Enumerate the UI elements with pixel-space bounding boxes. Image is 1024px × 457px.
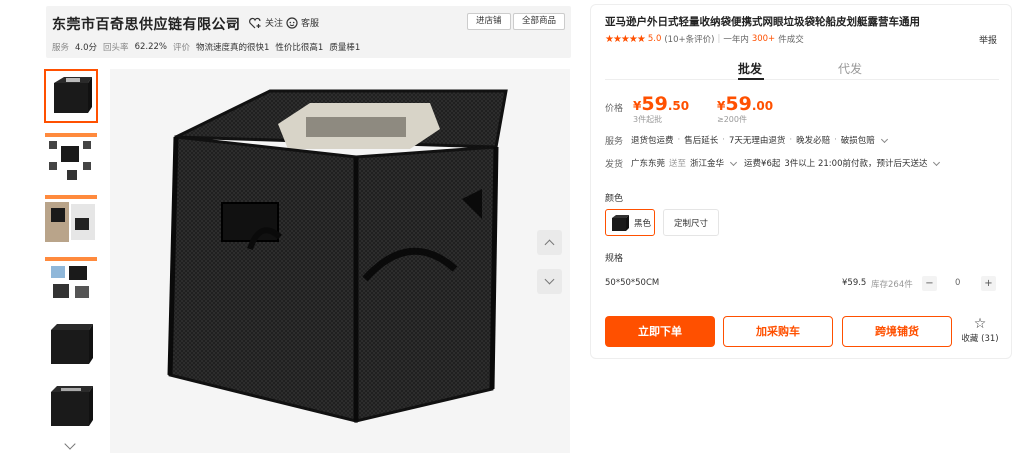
review-tag: 物流速度真的很快1 <box>196 43 270 53</box>
chevron-up-icon <box>544 239 555 250</box>
price-label: 价格 <box>605 104 624 114</box>
service-row-label: 服务 <box>605 137 624 147</box>
rating-stars-icon: ★★★★★ <box>605 33 646 45</box>
price-decimal: .50 <box>667 99 690 113</box>
spec-stock: 库存264件 <box>871 280 913 290</box>
color-option-label: 定制尺寸 <box>673 218 708 229</box>
gallery-prev-button[interactable] <box>537 230 562 255</box>
follow-button[interactable]: 关注 <box>249 16 283 29</box>
service-score-value: 4.0分 <box>75 43 98 53</box>
heart-plus-icon <box>249 17 261 28</box>
thumbnail-2[interactable] <box>44 131 98 185</box>
star-outline-icon: ☆ <box>973 316 987 332</box>
thumbnail-5[interactable] <box>44 317 98 371</box>
tab-wholesale[interactable]: 批发 <box>738 60 762 77</box>
color-option-label: 黑色 <box>634 218 652 229</box>
service-item: 7天无理由退货 <box>728 136 786 146</box>
ship-from: 广东东莞 <box>631 159 666 169</box>
service-item: 退货包运费 <box>631 136 674 146</box>
qty-plus-button[interactable]: + <box>981 276 996 291</box>
thumbnail-3[interactable] <box>44 193 98 247</box>
qty-input[interactable]: 0 <box>955 278 960 288</box>
review-label: 评价 <box>172 43 190 53</box>
purchase-panel: 亚马逊户外日式轻量收纳袋便携式网眼垃圾袋轮船皮划艇露营车通用 ★★★★★ 5.0… <box>590 4 1012 359</box>
price-integer: 59 <box>641 93 668 115</box>
shipping-label: 发货 <box>605 160 624 170</box>
price-decimal: .00 <box>751 99 774 113</box>
sold-prefix: 一年内 <box>723 35 749 45</box>
thumbnail-image <box>45 133 97 180</box>
color-option-black[interactable]: 黑色 <box>605 209 655 236</box>
spec-label: 规格 <box>605 254 624 264</box>
price-tier-2-note: ≥200件 <box>717 115 747 124</box>
repeat-rate-value: 62.22% <box>134 42 167 52</box>
price-tier-1-note: 3件起批 <box>633 115 663 124</box>
rating-score: 5.0 <box>647 34 662 44</box>
add-to-cart-button[interactable]: 加采购车 <box>723 316 833 347</box>
price-tier-1: ¥59.50 <box>633 93 689 115</box>
shipping-note: 3件以上 21:00前付款，预计后天送达 <box>784 159 928 169</box>
spec-row: 50*50*50CM ¥59.5 库存264件 − 0 + <box>605 276 999 292</box>
tab-dropship[interactable]: 代发 <box>838 60 862 77</box>
spec-price: ¥59.5 <box>842 278 867 288</box>
customer-service-button[interactable]: 客服 <box>286 16 319 29</box>
follow-label: 关注 <box>265 19 284 29</box>
tab-active-indicator <box>738 78 764 80</box>
sold-suffix: 件成交 <box>778 35 804 45</box>
service-label: 客服 <box>301 19 320 29</box>
review-tag: 性价比很高1 <box>275 43 324 53</box>
thumbnail-4[interactable] <box>44 255 98 309</box>
repeat-rate-label: 回头率 <box>103 43 129 53</box>
color-label: 颜色 <box>605 194 624 204</box>
chevron-down-icon <box>880 135 888 143</box>
service-item: 售后延长 <box>684 136 719 146</box>
qty-minus-button[interactable]: − <box>922 276 937 291</box>
mesh-storage-bag-image <box>167 89 508 423</box>
shipping-fee: 运费¥6起 <box>744 159 781 169</box>
shop-header: 东莞市百奇思供应链有限公司 关注 客服 进店铺 全部商品 服务 4.0分 回头率… <box>46 6 571 58</box>
thumbnail-image <box>45 257 97 298</box>
product-title: 亚马逊户外日式轻量收纳袋便携式网眼垃圾袋轮船皮划艇露营车通用 <box>605 16 920 28</box>
shop-stats: 服务 4.0分 回头率 62.22% 评价 物流速度真的很快1 性价比很高1 质… <box>52 41 360 53</box>
headset-icon <box>286 16 298 29</box>
all-products-button[interactable]: 全部商品 <box>513 13 566 30</box>
thumbnail-image <box>51 386 93 426</box>
cross-border-listing-button[interactable]: 跨境铺货 <box>842 316 952 347</box>
service-score-label: 服务 <box>52 43 70 53</box>
chevron-down-icon[interactable] <box>933 158 941 166</box>
price-tier-2: ¥59.00 <box>717 93 773 115</box>
ship-to-word: 送至 <box>669 159 687 169</box>
shipping-info: 广东东莞 送至 浙江金华 运费¥6起 3件以上 21:00前付款，预计后天送达 <box>631 157 943 169</box>
spec-name: 50*50*50CM <box>605 278 660 288</box>
main-product-image[interactable] <box>110 69 570 453</box>
thumbnails-more-chevron-down-icon[interactable] <box>64 438 76 450</box>
thumbnail-1[interactable] <box>44 69 98 123</box>
color-swatch-image <box>612 214 629 231</box>
chevron-down-icon <box>730 158 738 166</box>
service-item: 破损包赔 <box>840 136 875 146</box>
favorite-button[interactable]: ☆ 收藏 (31) <box>960 316 1000 344</box>
thumbnail-6[interactable] <box>44 379 98 433</box>
enter-shop-button[interactable]: 进店铺 <box>467 13 511 30</box>
shop-name[interactable]: 东莞市百奇思供应链有限公司 <box>52 14 241 34</box>
report-link[interactable]: 举报 <box>979 33 997 46</box>
color-option-custom-size[interactable]: 定制尺寸 <box>663 209 719 236</box>
thumbnail-image <box>45 195 97 242</box>
gallery-next-button[interactable] <box>537 269 562 294</box>
price-integer: 59 <box>725 93 752 115</box>
review-tag: 质量棒1 <box>329 43 361 53</box>
tab-divider <box>605 79 999 80</box>
chevron-down-icon <box>544 274 555 285</box>
ship-to-select[interactable]: 浙江金华 <box>690 157 724 169</box>
review-count[interactable]: (10+条评价) <box>664 33 714 45</box>
sold-count: 300+ <box>751 34 776 44</box>
thumbnail-image <box>54 77 92 113</box>
buy-now-button[interactable]: 立即下单 <box>605 316 715 347</box>
rating-row: ★★★★★ 5.0 (10+条评价) | 一年内 300+ 件成交 <box>605 33 804 46</box>
thumbnail-image <box>51 324 93 364</box>
service-guarantees[interactable]: 退货包运费 · 售后延长 · 7天无理由退货 · 晚发必赔 · 破损包赔 <box>631 134 891 146</box>
favorite-count: 收藏 (31) <box>961 334 999 344</box>
service-item: 晚发必赔 <box>796 136 831 146</box>
